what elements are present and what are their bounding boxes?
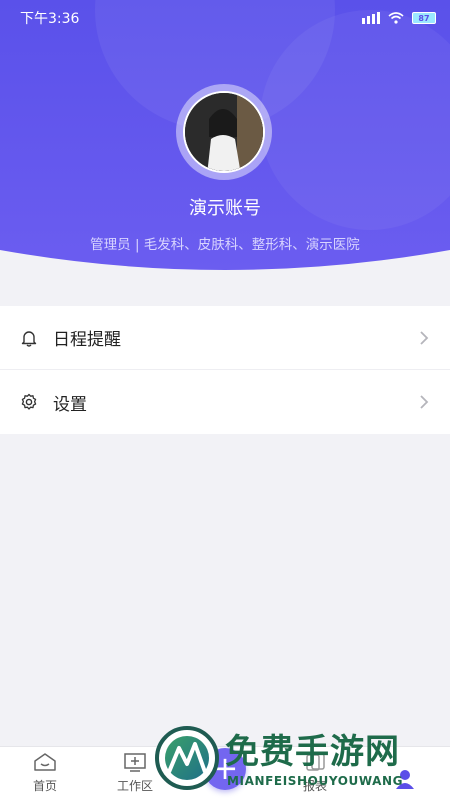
tab-workspace[interactable]: 工作区 xyxy=(90,747,180,800)
chevron-right-icon xyxy=(420,330,429,345)
profile-header: 演示账号 管理员 | 毛发科、皮肤科、整形科、演示医院 xyxy=(0,0,450,270)
report-icon xyxy=(302,751,328,773)
gear-icon xyxy=(20,393,38,411)
tab-home[interactable]: 首页 xyxy=(0,747,90,800)
avatar-photo xyxy=(185,93,263,171)
add-button[interactable]: + xyxy=(204,748,246,790)
tab-add[interactable]: + xyxy=(180,747,270,800)
menu-label: 日程提醒 xyxy=(53,330,121,350)
tab-label: 报表 xyxy=(302,779,327,793)
menu-label: 设置 xyxy=(53,394,87,415)
tab-label: 首页 xyxy=(32,779,57,793)
workspace-icon xyxy=(122,751,148,773)
wifi-icon xyxy=(388,12,404,24)
menu-item-schedule-reminder[interactable]: 日程提醒 xyxy=(0,306,450,370)
account-name: 演示账号 xyxy=(189,198,261,219)
status-bar: 下午3:36 87 xyxy=(0,0,450,36)
tab-label: 工作区 xyxy=(116,779,153,793)
signal-icon xyxy=(362,12,380,24)
settings-menu: 日程提醒 设置 xyxy=(0,306,450,434)
bell-icon xyxy=(20,329,38,347)
tab-profile[interactable] xyxy=(360,747,450,800)
tab-report[interactable]: 报表 xyxy=(270,747,360,800)
battery-icon: 87 xyxy=(412,12,436,24)
plus-icon: + xyxy=(211,749,239,787)
status-time: 下午3:36 xyxy=(20,11,80,27)
menu-item-settings[interactable]: 设置 xyxy=(0,370,450,434)
avatar-ring[interactable] xyxy=(176,84,272,180)
avatar[interactable] xyxy=(183,91,265,173)
bottom-tab-bar: 首页 工作区 + 报表 xyxy=(0,746,450,800)
home-icon xyxy=(32,751,58,773)
profile-icon xyxy=(392,768,418,790)
chevron-right-icon xyxy=(420,395,429,409)
account-description: 管理员 | 毛发科、皮肤科、整形科、演示医院 xyxy=(90,237,360,253)
status-icons: 87 xyxy=(362,12,436,24)
